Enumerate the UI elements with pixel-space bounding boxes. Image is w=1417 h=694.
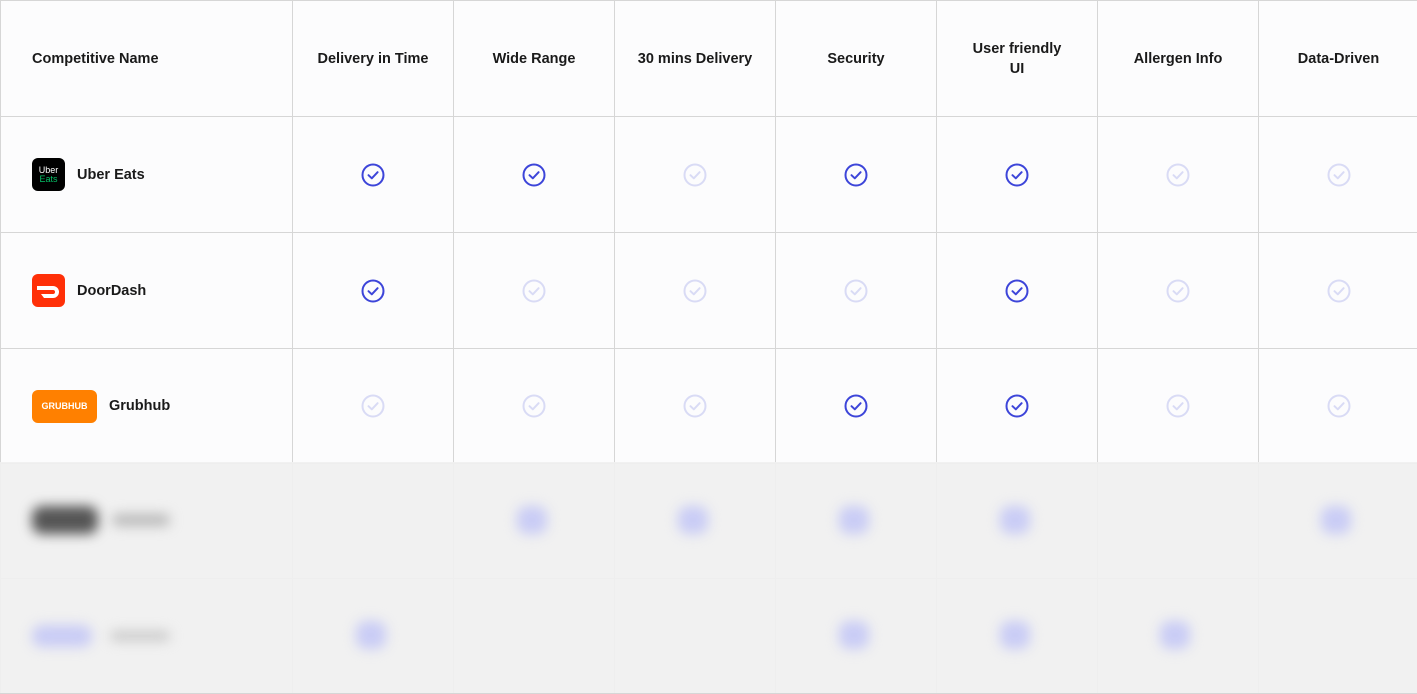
column-header: User friendly UI	[972, 40, 1062, 77]
check-cell	[937, 233, 1098, 349]
blurred-check	[678, 506, 708, 534]
check-cell	[454, 117, 615, 233]
check-cell	[937, 117, 1098, 233]
check-circle-icon-inactive	[1166, 394, 1190, 418]
check-circle-icon-active	[361, 279, 385, 302]
check-cell	[615, 117, 776, 233]
check-cell	[1259, 117, 1417, 233]
blurred-logo	[32, 506, 98, 534]
check-cell	[615, 233, 776, 349]
eats-logo-text: Eats	[39, 173, 58, 184]
header-cell: 30 mins Delivery	[615, 1, 776, 117]
check-cell	[454, 233, 615, 349]
doordash-logo	[32, 274, 65, 307]
blurred-check	[1000, 506, 1030, 534]
header-cell: Delivery in Time	[293, 1, 454, 117]
header-cell: Allergen Info	[1098, 1, 1259, 117]
brand-name: Grubhub	[109, 398, 171, 414]
blurred-logo	[32, 625, 92, 647]
column-header: Wide Range	[492, 50, 576, 67]
check-cell	[293, 117, 454, 233]
check-circle-icon-active	[361, 163, 385, 186]
blurred-row	[0, 577, 1417, 692]
check-circle-icon-inactive	[522, 279, 546, 302]
check-circle-icon-active	[522, 163, 546, 186]
check-circle-icon-inactive	[683, 394, 707, 418]
blurred-text	[110, 631, 170, 641]
column-header: Allergen Info	[1133, 50, 1223, 67]
check-cell	[776, 233, 937, 349]
column-header: Delivery in Time	[317, 50, 429, 67]
check-circle-icon-inactive	[1327, 163, 1350, 186]
blurred-check	[356, 621, 386, 649]
table-row-name-cell: DoorDash	[1, 233, 293, 349]
brand-name: DoorDash	[77, 282, 147, 299]
check-circle-icon-inactive	[1327, 279, 1350, 302]
check-cell	[1098, 117, 1259, 233]
check-circle-icon-inactive	[361, 394, 385, 418]
brand: GRUBHUB Grubhub	[32, 389, 171, 423]
check-cell	[615, 349, 776, 464]
table-row-name-cell: Uber Eats Uber Eats	[1, 117, 293, 233]
check-cell	[293, 349, 454, 464]
grubhub-logo-text: GRUBHUB	[41, 401, 88, 411]
check-cell	[1259, 233, 1417, 349]
check-circle-icon-inactive	[1166, 279, 1190, 302]
blurred-check	[1000, 621, 1030, 649]
check-circle-icon-active	[1005, 279, 1029, 302]
brand: DoorDash	[32, 274, 146, 307]
check-circle-icon-inactive	[844, 279, 868, 302]
check-cell	[454, 349, 615, 464]
check-cell	[1098, 233, 1259, 349]
column-header: 30 mins Delivery	[637, 50, 753, 67]
blurred-text	[112, 514, 170, 526]
check-circle-icon-inactive	[1166, 163, 1190, 186]
check-circle-icon-active	[844, 394, 868, 418]
header-cell: Security	[776, 1, 937, 117]
check-cell	[776, 349, 937, 464]
blurred-rows-overlay	[0, 462, 1417, 693]
check-cell	[293, 233, 454, 349]
check-cell	[1259, 349, 1417, 464]
check-circle-icon-inactive	[1327, 394, 1350, 418]
check-cell	[1098, 349, 1259, 464]
blurred-check	[839, 621, 869, 649]
blurred-check	[1321, 506, 1351, 534]
check-circle-icon-inactive	[522, 394, 546, 418]
uber-eats-logo: Uber Eats	[32, 158, 65, 191]
table-row-name-cell: GRUBHUB Grubhub	[1, 349, 293, 464]
brand: Uber Eats Uber Eats	[32, 158, 145, 191]
check-circle-icon-active	[1005, 394, 1029, 418]
check-circle-icon-active	[844, 163, 868, 186]
check-cell	[776, 117, 937, 233]
header-cell: Data-Driven	[1259, 1, 1417, 117]
blurred-check	[839, 506, 869, 534]
brand-name: Uber Eats	[77, 166, 145, 183]
check-circle-icon-active	[1005, 163, 1029, 186]
blurred-check	[1160, 621, 1190, 649]
column-header-name: Competitive Name	[32, 50, 159, 67]
blurred-row	[0, 462, 1417, 577]
check-circle-icon-inactive	[683, 163, 707, 186]
header-cell: User friendly UI	[937, 1, 1098, 117]
header-cell: Wide Range	[454, 1, 615, 117]
check-cell	[937, 349, 1098, 464]
blurred-check	[517, 506, 547, 534]
header-cell-name: Competitive Name	[1, 1, 293, 117]
column-header: Security	[827, 50, 885, 67]
grubhub-logo: GRUBHUB	[32, 389, 97, 423]
check-circle-icon-inactive	[683, 279, 707, 302]
column-header: Data-Driven	[1297, 50, 1380, 67]
